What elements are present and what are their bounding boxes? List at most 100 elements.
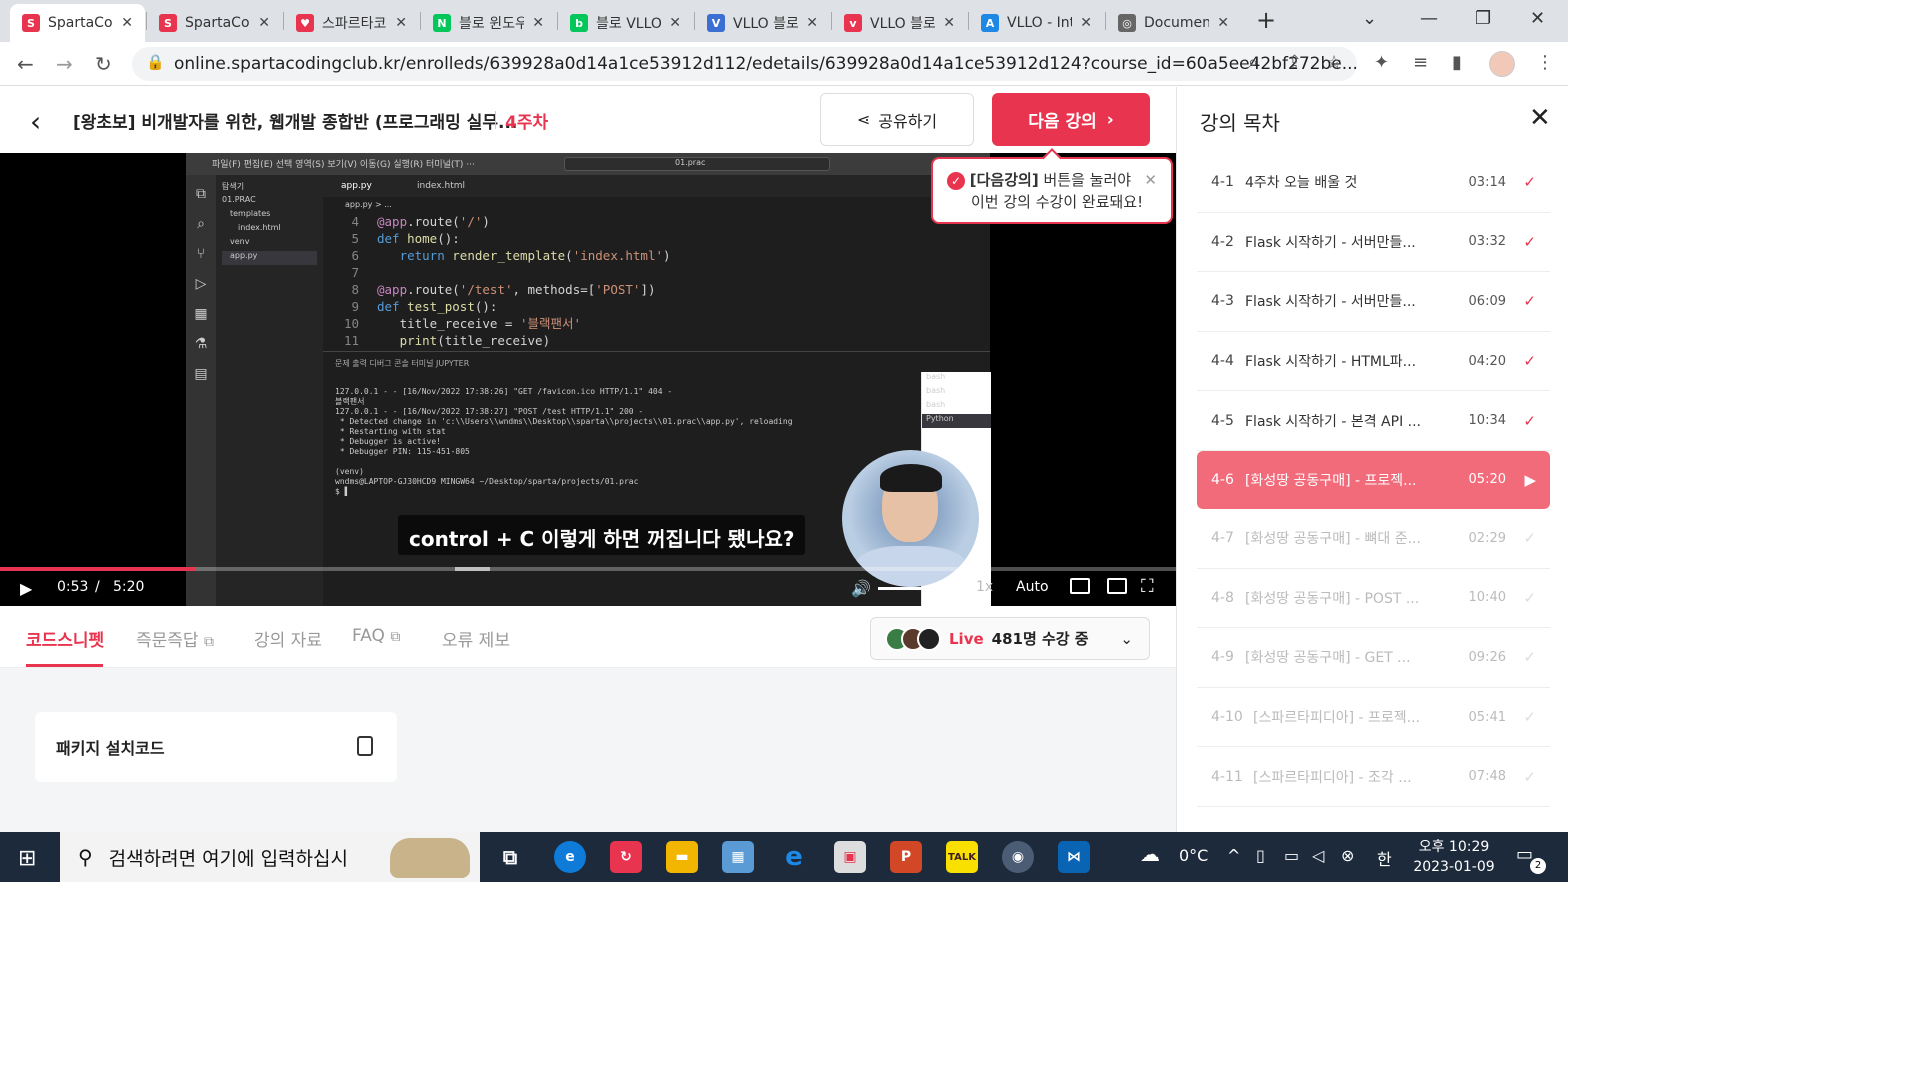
app-icon-red[interactable]: ↻ [610, 841, 642, 873]
lecture-item[interactable]: 4-10 [스파르타피디아] - 프로젝... 05:41 ✓ [1197, 688, 1550, 748]
tab-close-icon[interactable]: ✕ [121, 15, 133, 31]
tab-close-icon[interactable]: ✕ [806, 15, 818, 31]
tab-qna[interactable]: 즉문즉답 ⧉ [136, 626, 214, 651]
lecture-item[interactable]: 4-5 Flask 시작하기 - 본격 API ... 10:34 ✓ [1197, 391, 1550, 451]
lecture-title: Flask 시작하기 - 서버만들... [1245, 234, 1416, 251]
tab-close-icon[interactable]: ✕ [395, 15, 407, 31]
next-lecture-button[interactable]: 다음 강의 › [992, 93, 1150, 146]
speed-button[interactable]: 1x [976, 579, 993, 595]
forward-icon[interactable]: → [56, 52, 73, 76]
tab-close-icon[interactable]: ✕ [532, 15, 544, 31]
battery-icon[interactable]: ▭ [1284, 846, 1299, 865]
taskbar-search[interactable]: ⚲ 검색하려면 여기에 입력하십시 [60, 832, 480, 882]
share-page-icon[interactable]: ⇪ [1287, 52, 1302, 73]
lecture-item[interactable]: 4-9 [화성땅 공동구매] - GET ... 09:26 ✓ [1197, 628, 1550, 688]
tab-close-icon[interactable]: ✕ [943, 15, 955, 31]
browser-tab[interactable]: ◎ Document ✕ [1106, 4, 1241, 42]
close-window-icon[interactable]: ✕ [1530, 8, 1545, 29]
browser-tab[interactable]: v VLLO 블로그 ✕ [832, 4, 967, 42]
back-icon[interactable]: ← [17, 52, 34, 76]
bookmark-star-icon[interactable]: ☆ [1326, 52, 1342, 73]
weather-icon[interactable]: ☁ [1140, 842, 1160, 866]
clock[interactable]: 오후 10:29 2023-01-09 [1404, 837, 1504, 877]
profile-avatar[interactable] [1489, 51, 1515, 77]
kakaotalk-icon[interactable]: TALK [946, 841, 978, 873]
tray-device-icon[interactable]: ▯ [1256, 846, 1265, 865]
reload-icon[interactable]: ↻ [95, 52, 112, 76]
tooltip-close-icon[interactable]: ✕ [1144, 169, 1157, 191]
lecture-item[interactable]: 4-6 [화성땅 공동구매] - 프로젝... 05:20 ▶ [1197, 450, 1550, 509]
extensions-icon[interactable]: ✦ [1374, 52, 1389, 73]
browser-tab[interactable]: S SpartaCodingClub ✕ [10, 4, 145, 42]
browser-tab[interactable]: ♥ 스파르타코딩클럽 ✕ [284, 4, 419, 42]
tab-search-icon[interactable]: ⌄ [1362, 8, 1377, 29]
volume-icon[interactable]: 🔊 [851, 579, 871, 598]
browser-tab[interactable]: N 블로 윈도우 ✕ [421, 4, 556, 42]
app-icon-gray[interactable]: ▣ [834, 841, 866, 873]
lecture-item[interactable]: 4-2 Flask 시작하기 - 서버만들... 03:32 ✓ [1197, 213, 1550, 273]
vscode-icon[interactable]: ⋈ [1058, 841, 1090, 873]
side-panel-icon[interactable]: ▮ [1452, 52, 1462, 73]
share-button[interactable]: ⋖ 공유하기 [820, 93, 974, 146]
picture-in-picture-icon[interactable] [1107, 578, 1127, 594]
windows-start-icon[interactable]: ⊞ [18, 846, 36, 871]
back-arrow-icon[interactable]: ‹ [30, 105, 41, 138]
mute-icon[interactable]: ⊗ [1341, 846, 1354, 865]
lecture-item[interactable]: 4-7 [화성땅 공동구매] - 뼈대 준... 02:29 ✓ [1197, 509, 1550, 569]
tab-faq[interactable]: FAQ ⧉ [352, 626, 400, 646]
url-bar[interactable]: 🔒 online.spartacodingclub.kr/enrolleds/6… [132, 47, 1357, 81]
copy-icon[interactable] [352, 736, 373, 765]
lecture-item[interactable]: 4-8 [화성땅 공동구매] - POST ... 10:40 ✓ [1197, 569, 1550, 629]
fullscreen-icon[interactable]: ⛶ [1141, 576, 1154, 597]
duration: 5:20 [113, 579, 145, 595]
lecture-item[interactable]: 4-1 4주차 오늘 배울 것 03:14 ✓ [1197, 153, 1550, 213]
tray-chevron-icon[interactable]: ^ [1227, 846, 1240, 865]
tab-close-icon[interactable]: ✕ [669, 15, 681, 31]
weather-temp[interactable]: 0°C [1179, 846, 1208, 865]
lecture-item[interactable]: 4-11 [스파르타피디아] - 조각 ... 07:48 ✓ [1197, 747, 1550, 807]
minimize-icon[interactable]: — [1420, 8, 1438, 29]
media-icon[interactable]: ≡ [1413, 52, 1428, 73]
new-tab-button[interactable]: + [1256, 6, 1276, 34]
lecture-number: 4-9 [1211, 649, 1234, 666]
check-icon: ✓ [1523, 648, 1536, 667]
close-panel-icon[interactable]: ✕ [1529, 103, 1551, 133]
search-placeholder: 검색하려면 여기에 입력하십시 [108, 847, 348, 870]
speaker-icon[interactable]: ◁ [1312, 846, 1324, 865]
tab-favicon-icon: S [22, 14, 40, 32]
lecture-item[interactable]: 4-3 Flask 시작하기 - 서버만들... 06:09 ✓ [1197, 272, 1550, 332]
lecture-title: [화성땅 공동구매] - 뼈대 준... [1245, 531, 1421, 548]
ime-indicator[interactable]: 한 [1377, 846, 1392, 870]
subtitles-icon[interactable] [1070, 578, 1090, 594]
chrome-icon[interactable]: ◉ [1002, 841, 1034, 873]
tab-close-icon[interactable]: ✕ [258, 15, 270, 31]
powerpoint-icon[interactable]: P [890, 841, 922, 873]
browser-tab[interactable]: A VLLO - Intro ✕ [969, 4, 1104, 42]
browser-tab[interactable]: S SpartaCodingClub ✕ [147, 4, 282, 42]
tab-materials[interactable]: 강의 자료 [254, 626, 322, 651]
chevron-down-icon: ⌄ [1120, 629, 1133, 648]
more-menu-icon[interactable]: ⋮ [1536, 52, 1554, 73]
play-icon[interactable]: ▶ [20, 579, 32, 598]
lecture-duration: 03:32 [1468, 234, 1506, 250]
internet-explorer-icon[interactable]: e [778, 841, 810, 873]
browser-tab[interactable]: V VLLO 블로그 ✕ [695, 4, 830, 42]
edge-icon[interactable]: e [554, 841, 586, 873]
tab-report[interactable]: 오류 제보 [442, 626, 510, 651]
quality-button[interactable]: Auto [1016, 579, 1049, 595]
play-icon: ▶ [1524, 470, 1536, 489]
zoom-icon[interactable]: ⌕ [1248, 52, 1258, 73]
lecture-item[interactable]: 4-4 Flask 시작하기 - HTML파... 04:20 ✓ [1197, 332, 1550, 392]
tab-close-icon[interactable]: ✕ [1080, 15, 1092, 31]
snippet-card[interactable]: 패키지 설치코드 [35, 712, 397, 782]
tab-close-icon[interactable]: ✕ [1217, 15, 1229, 31]
live-viewers-dropdown[interactable]: Live 481명 수강 중 ⌄ [870, 617, 1150, 660]
task-view-icon[interactable]: ⧉ [494, 841, 526, 873]
tab-snippets[interactable]: 코드스니펫 [26, 626, 104, 651]
browser-tab[interactable]: b 블로 VLLO ✕ [558, 4, 693, 42]
file-explorer-icon[interactable]: ▬ [666, 841, 698, 873]
search-icon: ⚲ [78, 845, 93, 869]
maximize-icon[interactable]: ❐ [1475, 8, 1491, 29]
store-icon[interactable]: ▦ [722, 841, 754, 873]
volume-slider[interactable] [878, 587, 956, 590]
